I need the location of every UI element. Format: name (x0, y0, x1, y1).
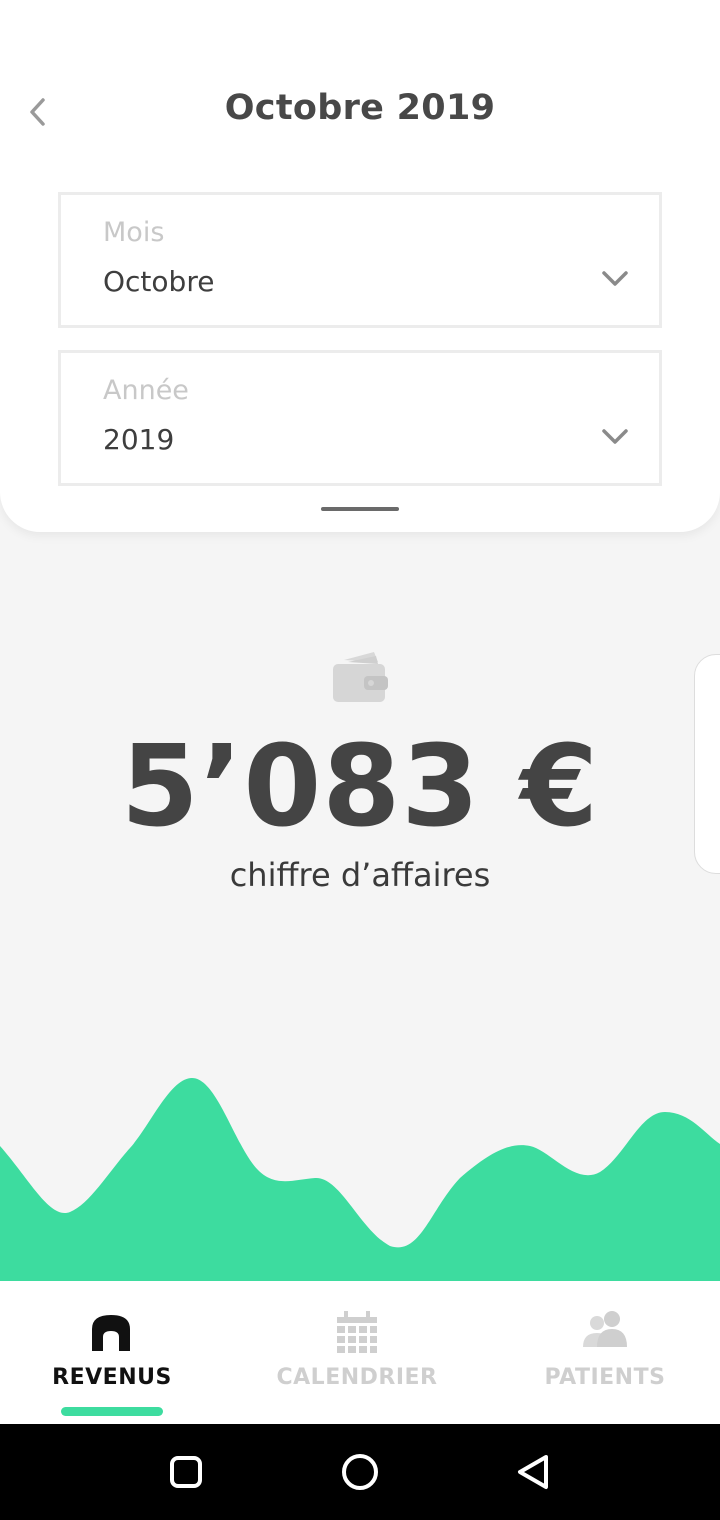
patients-icon (583, 1311, 627, 1347)
tab-patients-label: PATIENTS (544, 1365, 666, 1390)
year-select-label: Année (103, 375, 189, 406)
month-select[interactable]: Mois Octobre (58, 192, 662, 328)
month-select-value: Octobre (103, 265, 215, 298)
filter-panel: Octobre 2019 Mois Octobre Année 2019 (0, 0, 720, 532)
page-title: Octobre 2019 (224, 88, 496, 128)
system-navigation-bar (0, 1424, 720, 1520)
back-triangle-icon[interactable] (514, 1452, 554, 1492)
wallet-icon (333, 652, 388, 702)
drag-handle[interactable] (321, 507, 399, 511)
tab-patients[interactable]: PATIENTS (493, 1281, 717, 1424)
revenue-caption: chiffre d’affaires (229, 856, 491, 894)
home-circle-icon[interactable] (340, 1452, 380, 1492)
recent-apps-icon[interactable] (166, 1452, 206, 1492)
year-select-value: 2019 (103, 423, 175, 456)
calendar-icon (337, 1311, 377, 1353)
tab-revenus[interactable]: REVENUS (0, 1281, 224, 1424)
revenue-wave-graphic (0, 1078, 720, 1282)
tab-revenus-label: REVENUS (52, 1365, 172, 1390)
revenue-amount: 5’083 € (120, 722, 600, 852)
year-select[interactable]: Année 2019 (58, 350, 662, 486)
home-icon (92, 1315, 130, 1351)
chevron-down-icon (602, 271, 628, 286)
tab-calendrier-label: CALENDRIER (276, 1365, 438, 1390)
tab-calendrier[interactable]: CALENDRIER (245, 1281, 469, 1424)
chevron-down-icon (602, 429, 628, 444)
bottom-navigation: REVENUS CALENDRIER PATIENTS (0, 1281, 720, 1424)
active-tab-indicator (61, 1407, 163, 1416)
month-select-label: Mois (103, 217, 165, 248)
